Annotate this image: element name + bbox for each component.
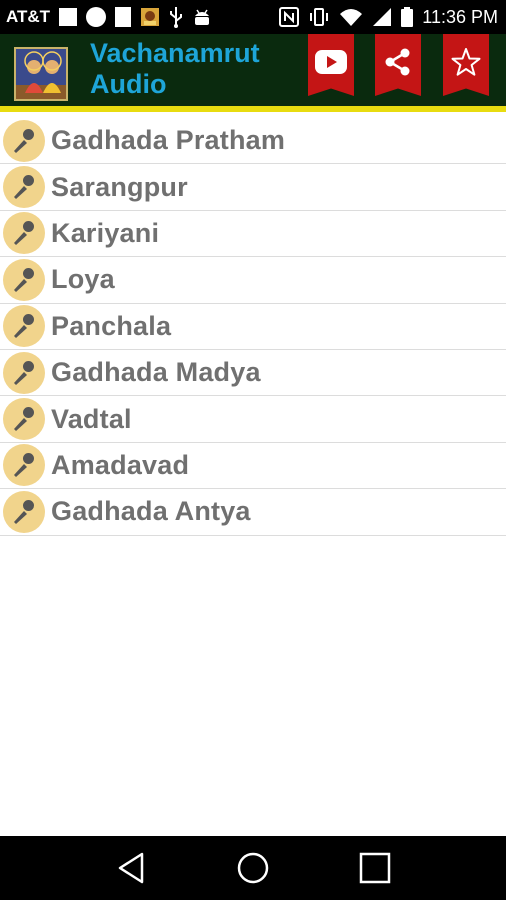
app-notification-icon — [141, 8, 160, 26]
list-item-label: Gadhada Pratham — [51, 125, 286, 156]
microphone-icon — [3, 444, 45, 487]
usb-icon — [170, 7, 183, 28]
signal-icon — [373, 8, 392, 26]
microphone-icon — [3, 305, 45, 348]
recents-icon — [359, 852, 391, 884]
app-logo — [14, 47, 68, 101]
list-item[interactable]: Gadhada Pratham — [0, 118, 506, 165]
list-item-label: Loya — [51, 264, 115, 295]
microphone-icon — [3, 398, 45, 441]
battery-icon — [401, 7, 414, 27]
share-button[interactable] — [375, 34, 421, 96]
status-right: 11:36 PM — [279, 7, 498, 28]
list-item-label: Kariyani — [51, 217, 160, 248]
nfc-icon — [279, 7, 300, 27]
home-button[interactable] — [233, 848, 273, 888]
list-item[interactable]: Sarangpur — [0, 164, 506, 211]
carrier-label: AT&T — [6, 7, 51, 26]
android-debug-icon — [195, 9, 210, 25]
microphone-icon — [3, 212, 45, 255]
youtube-button[interactable] — [308, 34, 354, 96]
notification-square-icon — [59, 8, 78, 26]
app-title: Vachanamrut Audio — [90, 38, 260, 99]
notification-circle-icon — [86, 7, 107, 27]
list-item[interactable]: Amadavad — [0, 442, 506, 490]
star-icon — [451, 48, 481, 76]
clock-label: 11:36 PM — [422, 6, 498, 27]
status-bar: AT&T 11:36 PM — [0, 0, 506, 34]
status-left: AT&T — [6, 6, 212, 28]
microphone-icon — [3, 351, 45, 394]
microphone-icon — [3, 490, 45, 533]
list-item[interactable]: Gadhada Antya — [0, 489, 506, 536]
microphone-icon — [3, 258, 45, 301]
list-item-label: Gadhada Madya — [51, 357, 261, 388]
vibrate-icon — [310, 8, 329, 26]
notification-rect-icon — [115, 7, 132, 27]
share-icon — [385, 48, 410, 76]
list-item-label: Gadhada Antya — [51, 496, 251, 527]
app-bar: Vachanamrut Audio — [0, 34, 506, 112]
app-logo-image — [16, 49, 66, 99]
list-item[interactable]: Kariyani — [0, 210, 506, 258]
list-item[interactable]: Gadhada Madya — [0, 349, 506, 397]
list-item[interactable]: Vadtal — [0, 396, 506, 443]
microphone-icon — [3, 166, 45, 209]
favorite-button[interactable] — [443, 34, 489, 96]
section-list: Gadhada Pratham Sarangpur Kariyani Loya … — [0, 118, 506, 536]
list-item[interactable]: Panchala — [0, 303, 506, 350]
list-item-label: Vadtal — [51, 403, 132, 434]
microphone-icon — [3, 119, 45, 162]
back-button[interactable] — [111, 848, 151, 888]
home-icon — [237, 852, 269, 884]
youtube-icon — [315, 50, 347, 74]
list-item-label: Sarangpur — [51, 171, 188, 202]
list-item-label: Amadavad — [51, 449, 190, 480]
list-item-label: Panchala — [51, 310, 172, 341]
recents-button[interactable] — [355, 848, 395, 888]
back-icon — [118, 852, 144, 884]
list-item[interactable]: Loya — [0, 257, 506, 304]
wifi-icon — [340, 9, 363, 26]
system-nav-bar — [0, 836, 506, 900]
